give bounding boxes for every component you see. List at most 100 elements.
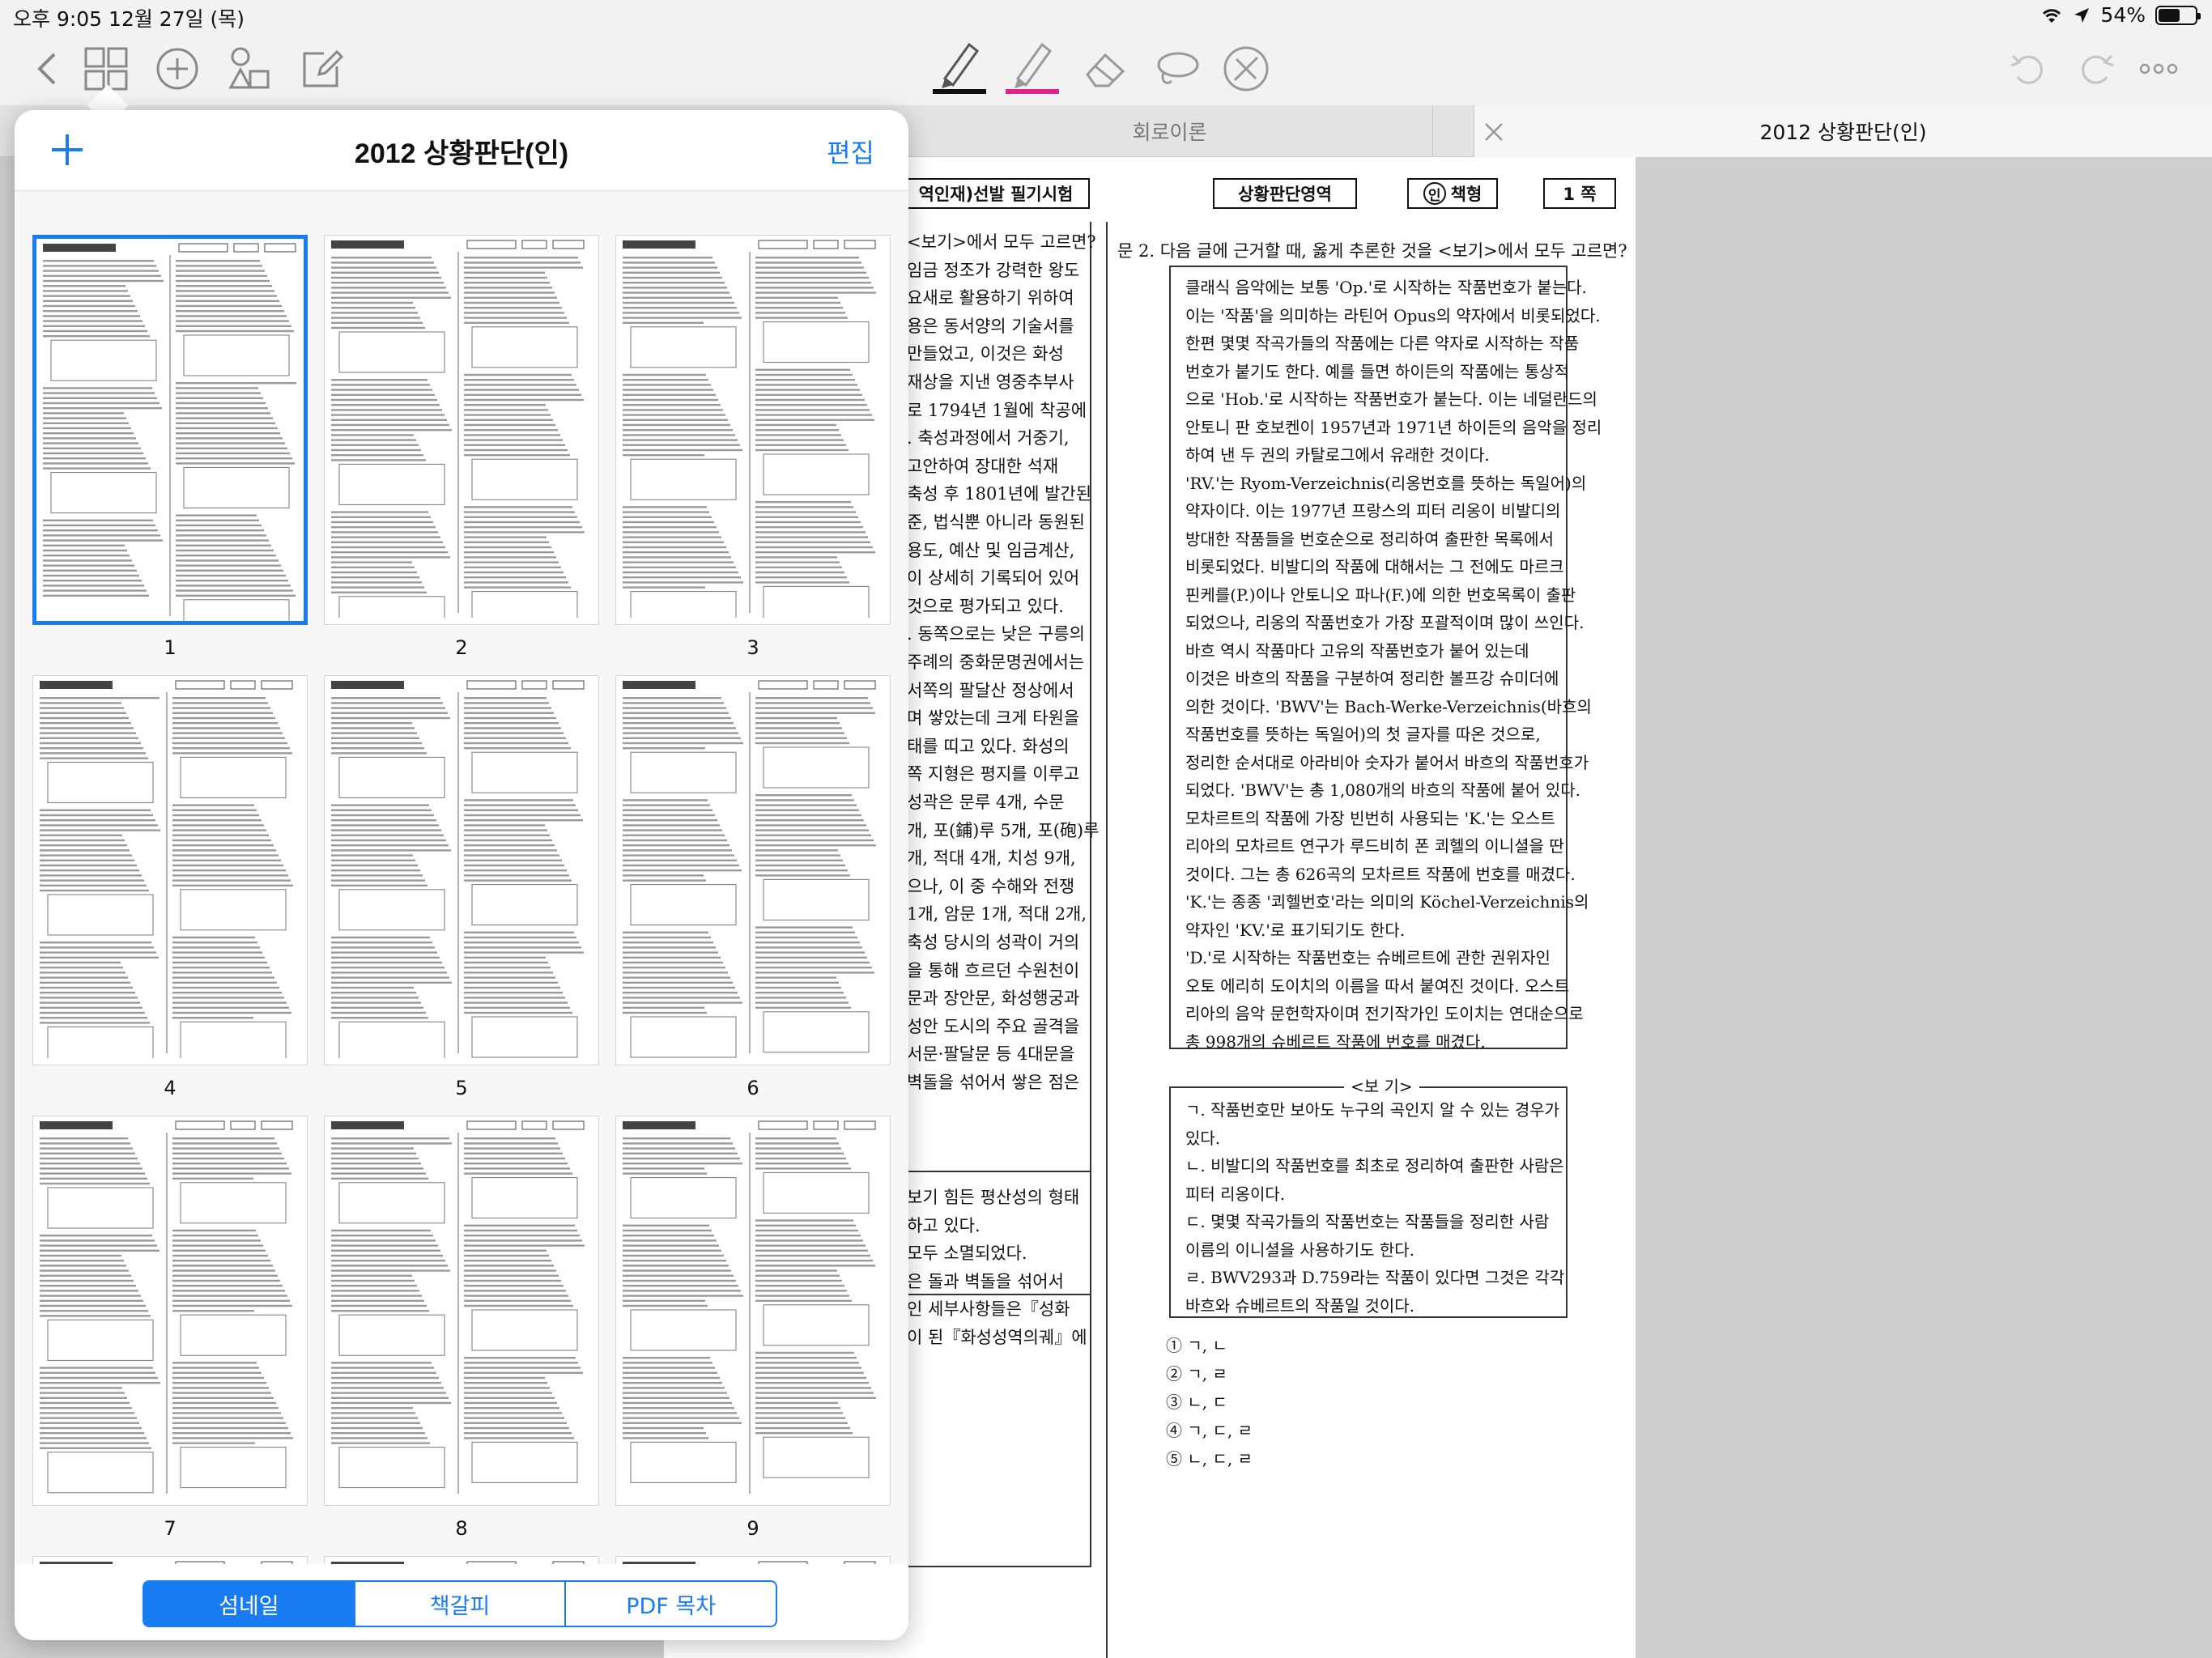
answer-choice[interactable]: ④ ㄱ, ㄷ, ㄹ bbox=[1166, 1418, 1253, 1441]
left-column-line: 재상을 지낸 영중추부사 bbox=[907, 372, 1074, 392]
bogi-line: ㄱ. 작품번호만 보아도 누구의 곡인지 알 수 있는 경우가 bbox=[1185, 1100, 1560, 1120]
passage-line: 클래식 음악에는 보통 'Op.'로 시작하는 작품번호가 붙는다. bbox=[1185, 278, 1587, 297]
thumbnail-page-number: 7 bbox=[164, 1517, 177, 1540]
close-tab-icon[interactable] bbox=[1475, 113, 1512, 151]
left-column-line: 서쪽의 팔달산 정상에서 bbox=[907, 680, 1074, 700]
left-column-line: 모두 소멸되었다. bbox=[907, 1244, 1027, 1264]
answer-choice[interactable]: ② ㄱ, ㄹ bbox=[1166, 1361, 1227, 1384]
left-column-line: 은 돌과 벽돌을 섞어서 bbox=[907, 1271, 1064, 1291]
tab-circuit-theory[interactable]: 회로이론 bbox=[907, 105, 1433, 157]
battery-percent: 54% bbox=[2100, 3, 2146, 27]
page-thumbnail-partial[interactable] bbox=[32, 1556, 308, 1564]
bogi-line: ㄹ. BWV293과 D.759라는 작품이 있다면 그것은 각각 bbox=[1185, 1268, 1565, 1287]
passage-line: 핀케를(P.)이나 안토니오 파나(F.)에 의한 번호목록이 출판 bbox=[1185, 585, 1576, 605]
page-thumbnail[interactable] bbox=[615, 675, 891, 1065]
location-arrow-icon bbox=[2074, 7, 2090, 23]
edit-button[interactable]: 편집 bbox=[827, 133, 874, 170]
tab-label: 2012 상황판단(인) bbox=[1759, 121, 1927, 144]
booklet-label: 책형 bbox=[1450, 185, 1482, 204]
thumbnail-page-preview bbox=[331, 680, 585, 1063]
left-column-line: 준, 법식뿐 아니라 동원된 bbox=[907, 512, 1085, 532]
section-header: 상황판단영역 bbox=[1213, 178, 1357, 209]
passage-line: 방대한 작품들을 번호순으로 정리하여 출판한 목록에서 bbox=[1185, 529, 1554, 549]
left-column-line: 하고 있다. bbox=[907, 1215, 981, 1235]
pen-tool-icon[interactable] bbox=[931, 32, 988, 105]
passage-line: 한편 몇몇 작곡가들의 작품에는 다른 약자로 시작하는 작품 bbox=[1185, 334, 1580, 353]
left-column-line: 쪽 지형은 평지를 이루고 bbox=[907, 764, 1080, 784]
popover-title: 2012 상황판단(인) bbox=[354, 138, 569, 169]
more-icon[interactable] bbox=[2134, 32, 2183, 105]
bogi-line: 있다. bbox=[1185, 1128, 1221, 1148]
left-column-line: 태를 띠고 있다. 화성의 bbox=[907, 736, 1070, 756]
left-column-line: 용도, 예산 및 임금계산, bbox=[907, 540, 1075, 560]
passage-line: 으로 'Hob.'로 시작하는 작품번호가 붙는다. 이는 네덜란드의 bbox=[1185, 389, 1597, 409]
segment-thumbnails[interactable]: 섬네일 bbox=[144, 1582, 355, 1626]
eraser-icon[interactable] bbox=[1077, 32, 1134, 105]
thumbnail-page-preview bbox=[623, 240, 876, 633]
passage-line: 하여 낸 두 권의 카탈로그에서 유래한 것이다. bbox=[1185, 445, 1490, 465]
left-column-line: 임금 정조가 강력한 왕도 bbox=[907, 260, 1080, 280]
passage-line: 이것은 바흐의 작품을 구분하여 정리한 볼프강 슈미더에 bbox=[1185, 669, 1559, 688]
page-thumbnail[interactable] bbox=[32, 675, 308, 1068]
back-chevron-icon[interactable] bbox=[31, 32, 63, 105]
thumbnail-page-preview bbox=[331, 1561, 585, 1564]
thumbnail-popover: 2012 상황판단(인) 편집 1 2 3 4 5 6 7 8 9 섬네일 책갈피 PDF 목차 bbox=[15, 110, 908, 1640]
exam-header: 역인재)선발 필기시험 bbox=[902, 178, 1090, 209]
redo-icon[interactable] bbox=[2074, 32, 2120, 105]
left-column-line: 축성 후 1801년에 발간된 bbox=[907, 484, 1092, 504]
edit-square-icon[interactable] bbox=[296, 32, 347, 105]
booklet-mark: 인 bbox=[1423, 182, 1446, 205]
left-column-line: 이 된『화성성역의궤』에 bbox=[907, 1328, 1087, 1347]
answer-choice[interactable]: ① ㄱ, ㄴ bbox=[1166, 1333, 1227, 1356]
left-column-line: 벽돌을 섞어서 쌓은 점은 bbox=[907, 1073, 1080, 1092]
thumbnail-page-number: 3 bbox=[747, 636, 759, 659]
add-circle-icon[interactable] bbox=[152, 32, 202, 105]
left-column-line: 요새로 활용하기 위하여 bbox=[907, 288, 1074, 308]
page-thumbnail[interactable] bbox=[324, 235, 599, 638]
left-column-line: 고안하여 장대한 석재 bbox=[907, 456, 1059, 476]
thumbnail-page-number: 2 bbox=[455, 636, 468, 659]
tab-label: 회로이론 bbox=[1132, 121, 1207, 144]
shapes-icon[interactable] bbox=[223, 32, 274, 105]
thumbnail-page-number: 1 bbox=[164, 636, 177, 659]
lasso-icon[interactable] bbox=[1148, 32, 1205, 105]
thumbnail-page-preview bbox=[40, 680, 293, 1068]
undo-icon[interactable] bbox=[2005, 32, 2050, 105]
tab-situational-judgment[interactable]: 2012 상황판단(인) bbox=[1474, 105, 2212, 157]
page-number: 1 쪽 bbox=[1543, 178, 1616, 209]
segment-pdf-outline[interactable]: PDF 목차 bbox=[566, 1582, 776, 1626]
bogi-line: 이름의 이니셜을 사용하기도 한다. bbox=[1185, 1239, 1415, 1260]
left-column-line: 것으로 평가되고 있다. bbox=[907, 596, 1064, 616]
left-column-line: 며 쌓았는데 크게 타원을 bbox=[907, 708, 1080, 729]
left-column-line: . 동쪽으로는 낮은 구릉의 bbox=[907, 624, 1085, 644]
passage-line: 되었다. 'BWV'는 총 1,080개의 바흐의 작품에 붙어 있다. bbox=[1185, 780, 1580, 800]
page-thumbnail[interactable] bbox=[324, 1116, 599, 1506]
page-thumbnail[interactable] bbox=[32, 1116, 308, 1506]
passage-line: 이는 '작품'을 의미하는 라틴어 Opus의 약자에서 비롯되었다. bbox=[1185, 305, 1601, 325]
page-thumbnail[interactable] bbox=[324, 675, 599, 1065]
passage-line: 되었으나, 리옹의 작품번호가 가장 포괄적이며 많이 쓰인다. bbox=[1185, 613, 1585, 632]
question-title: 문 2. 다음 글에 근거할 때, 옳게 추론한 것을 <보기>에서 모두 고르… bbox=[1117, 241, 1627, 261]
left-column-line: 만들었고, 이것은 화성 bbox=[907, 344, 1064, 364]
page-thumbnail[interactable] bbox=[32, 235, 308, 641]
highlighter-color-swatch bbox=[1006, 89, 1059, 94]
page-thumbnail[interactable] bbox=[615, 1116, 891, 1506]
left-column-line: 보기 힘든 평산성의 형태 bbox=[907, 1188, 1080, 1207]
page-thumbnail-partial[interactable] bbox=[615, 1556, 891, 1564]
highlighter-tool-icon[interactable] bbox=[1004, 32, 1061, 105]
popover-header: 2012 상황판단(인) 편집 bbox=[15, 110, 908, 191]
left-column-line: 이 상세히 기록되어 있어 bbox=[907, 568, 1080, 589]
left-column-line: . 축성과정에서 거중기, bbox=[907, 428, 1070, 449]
status-time-date: 오후 9:05 12월 27일 (목) bbox=[13, 7, 245, 31]
segment-bookmarks[interactable]: 책갈피 bbox=[355, 1582, 567, 1626]
toolbar bbox=[0, 32, 2212, 105]
page-thumbnail-partial[interactable] bbox=[324, 1556, 599, 1564]
answer-choice[interactable]: ⑤ ㄴ, ㄷ, ㄹ bbox=[1166, 1446, 1253, 1469]
disable-pencil-icon[interactable] bbox=[1218, 32, 1274, 105]
section-header-text: 상황판단영역 bbox=[1238, 185, 1332, 204]
thumbnail-page-preview bbox=[623, 680, 876, 1058]
left-column-line: 주례의 중화문명권에서는 bbox=[907, 653, 1085, 672]
answer-choice[interactable]: ③ ㄴ, ㄷ bbox=[1166, 1389, 1227, 1413]
thumbnail-page-preview bbox=[43, 243, 296, 641]
page-thumbnail[interactable] bbox=[615, 235, 891, 633]
